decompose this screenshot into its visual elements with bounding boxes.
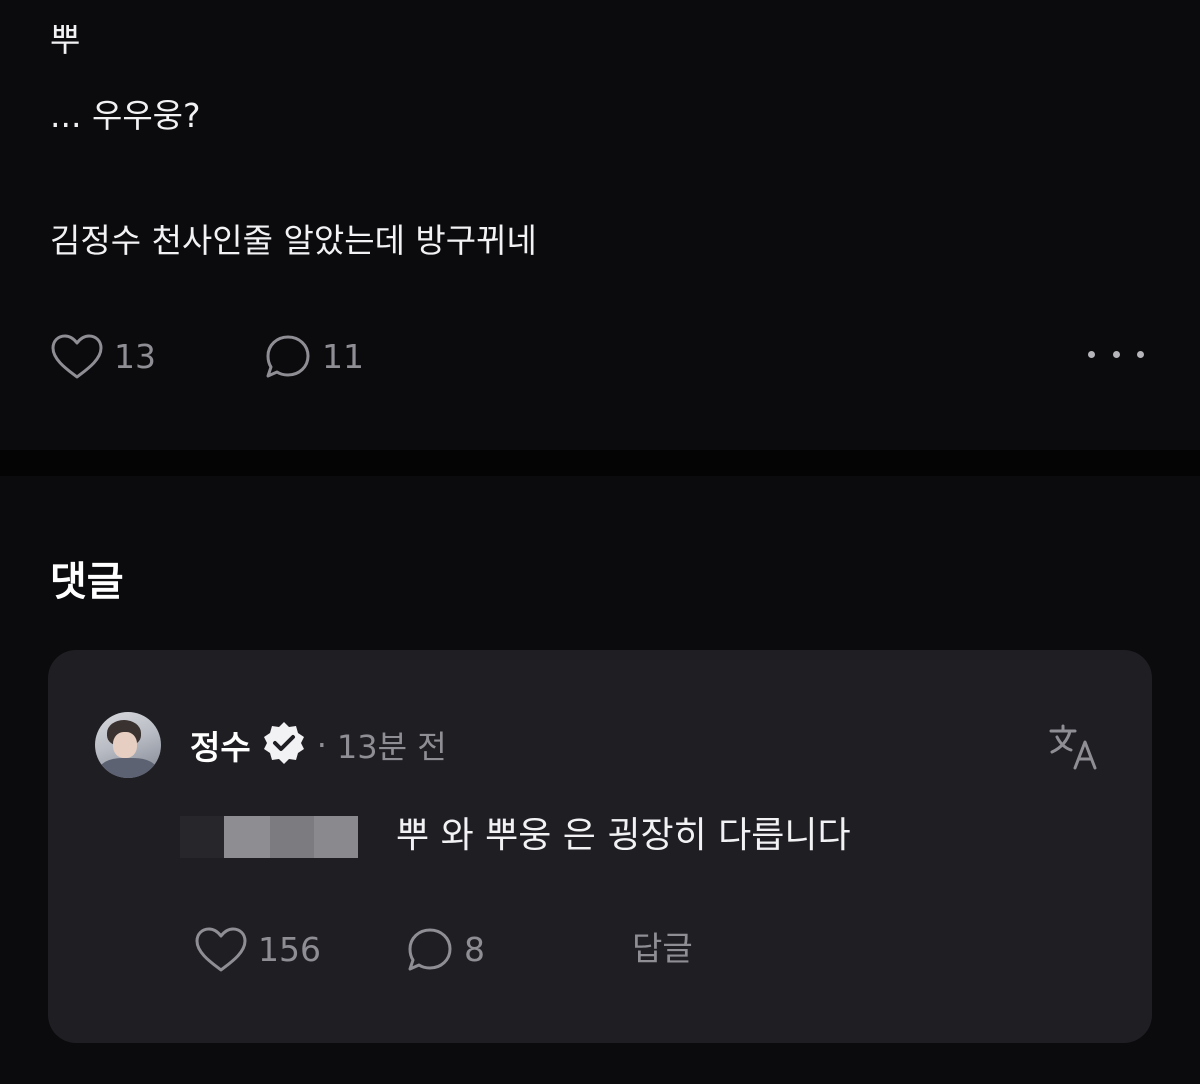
redacted-mention [180, 816, 358, 858]
post-text-line-2: ... 우우웅? [50, 96, 201, 135]
post-text-line-3: 김정수 천사인줄 알았는데 방구뀌네 [50, 221, 537, 260]
comment-header: 정수 · 13분 전 [190, 722, 447, 768]
comment-time: 13분 전 [336, 728, 447, 766]
avatar[interactable] [95, 712, 161, 778]
more-dots-icon [1137, 350, 1144, 358]
avatar-face [113, 732, 137, 758]
comment-text: 뿌 와 뿌웅 은 굉장히 다릅니다 [396, 815, 851, 856]
heart-icon [194, 927, 248, 973]
comment-like-button[interactable]: 156 [194, 927, 321, 973]
post-like-button[interactable]: 13 [50, 334, 156, 380]
post-like-count: 13 [114, 337, 156, 376]
translate-button[interactable] [1048, 722, 1100, 774]
reply-button[interactable]: 답글 [632, 927, 693, 971]
comments-section-title: 댓글 [50, 559, 124, 605]
section-divider [0, 450, 1200, 476]
meta-separator: · [316, 726, 327, 764]
translate-icon [1048, 724, 1100, 774]
post-comment-button[interactable]: 11 [264, 334, 364, 380]
post: 뿌 ... 우우웅? 김정수 천사인줄 알았는데 방구뀌네 13 11 [0, 0, 1200, 450]
more-options-button[interactable] [1088, 342, 1144, 366]
comment-reply-count: 8 [464, 930, 485, 969]
comment-bubble-icon [406, 927, 454, 973]
heart-icon [50, 334, 104, 380]
verified-badge-icon [261, 720, 307, 770]
post-text-line-1: 뿌 [50, 20, 81, 59]
more-dots-icon [1112, 350, 1120, 358]
author-name[interactable]: 정수 [190, 721, 251, 769]
comment-bubble-icon [264, 334, 312, 380]
more-dots-icon [1088, 350, 1095, 358]
avatar-body [99, 758, 157, 778]
comment-reply-count-button[interactable]: 8 [406, 927, 485, 973]
comment-like-count: 156 [258, 930, 321, 969]
post-comment-count: 11 [322, 337, 364, 376]
